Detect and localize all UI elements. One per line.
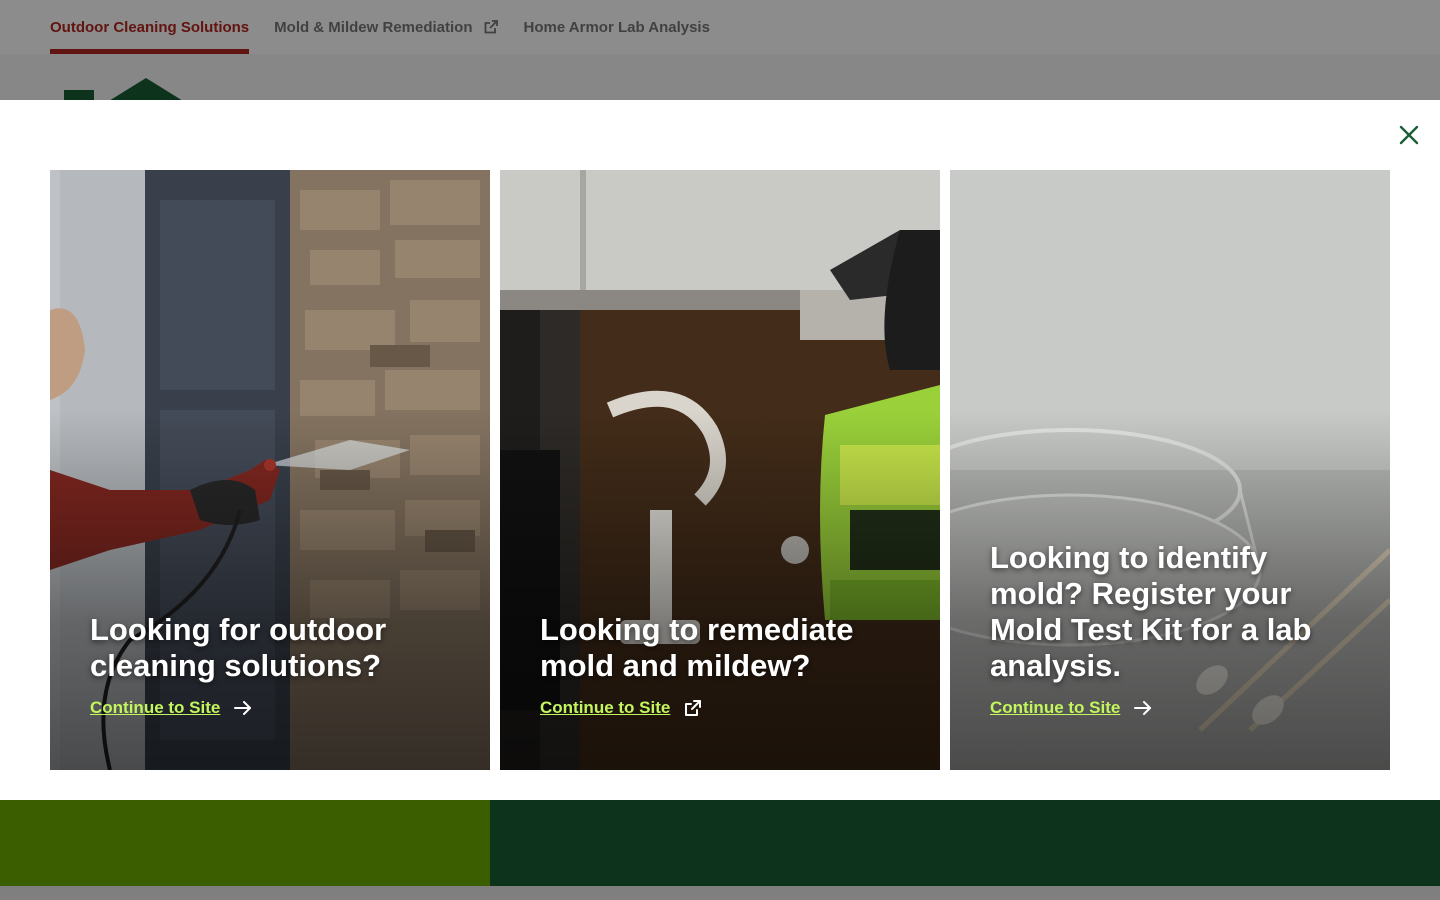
- cta-label: Continue to Site: [90, 698, 221, 717]
- card-content: Looking to remediate mold and mildew? Co…: [540, 612, 900, 718]
- card-content: Looking to identify mold? Register your …: [990, 540, 1350, 718]
- card-outdoor-cleaning[interactable]: Looking for outdoor cleaning solutions? …: [50, 170, 490, 770]
- external-link-icon: [684, 699, 702, 717]
- cta-label: Continue to Site: [990, 698, 1121, 717]
- card-mold-remediation[interactable]: Looking to remediate mold and mildew? Co…: [500, 170, 940, 770]
- close-button[interactable]: [1394, 120, 1424, 150]
- card-content: Looking for outdoor cleaning solutions? …: [90, 612, 450, 718]
- card-lab-analysis[interactable]: Looking to identify mold? Register your …: [950, 170, 1390, 770]
- card-heading: Looking to remediate mold and mildew?: [540, 612, 854, 683]
- arrow-right-icon: [234, 701, 252, 715]
- site-chooser-modal: Looking for outdoor cleaning solutions? …: [0, 100, 1440, 800]
- close-icon: [1399, 125, 1419, 145]
- card-heading: Looking to identify mold? Register your …: [990, 540, 1312, 683]
- arrow-right-icon: [1134, 701, 1152, 715]
- card-list: Looking for outdoor cleaning solutions? …: [50, 170, 1390, 770]
- continue-to-site-link[interactable]: Continue to Site: [540, 698, 702, 718]
- cta-label: Continue to Site: [540, 698, 671, 717]
- continue-to-site-link[interactable]: Continue to Site: [990, 698, 1152, 718]
- card-heading: Looking for outdoor cleaning solutions?: [90, 612, 387, 683]
- continue-to-site-link[interactable]: Continue to Site: [90, 698, 252, 718]
